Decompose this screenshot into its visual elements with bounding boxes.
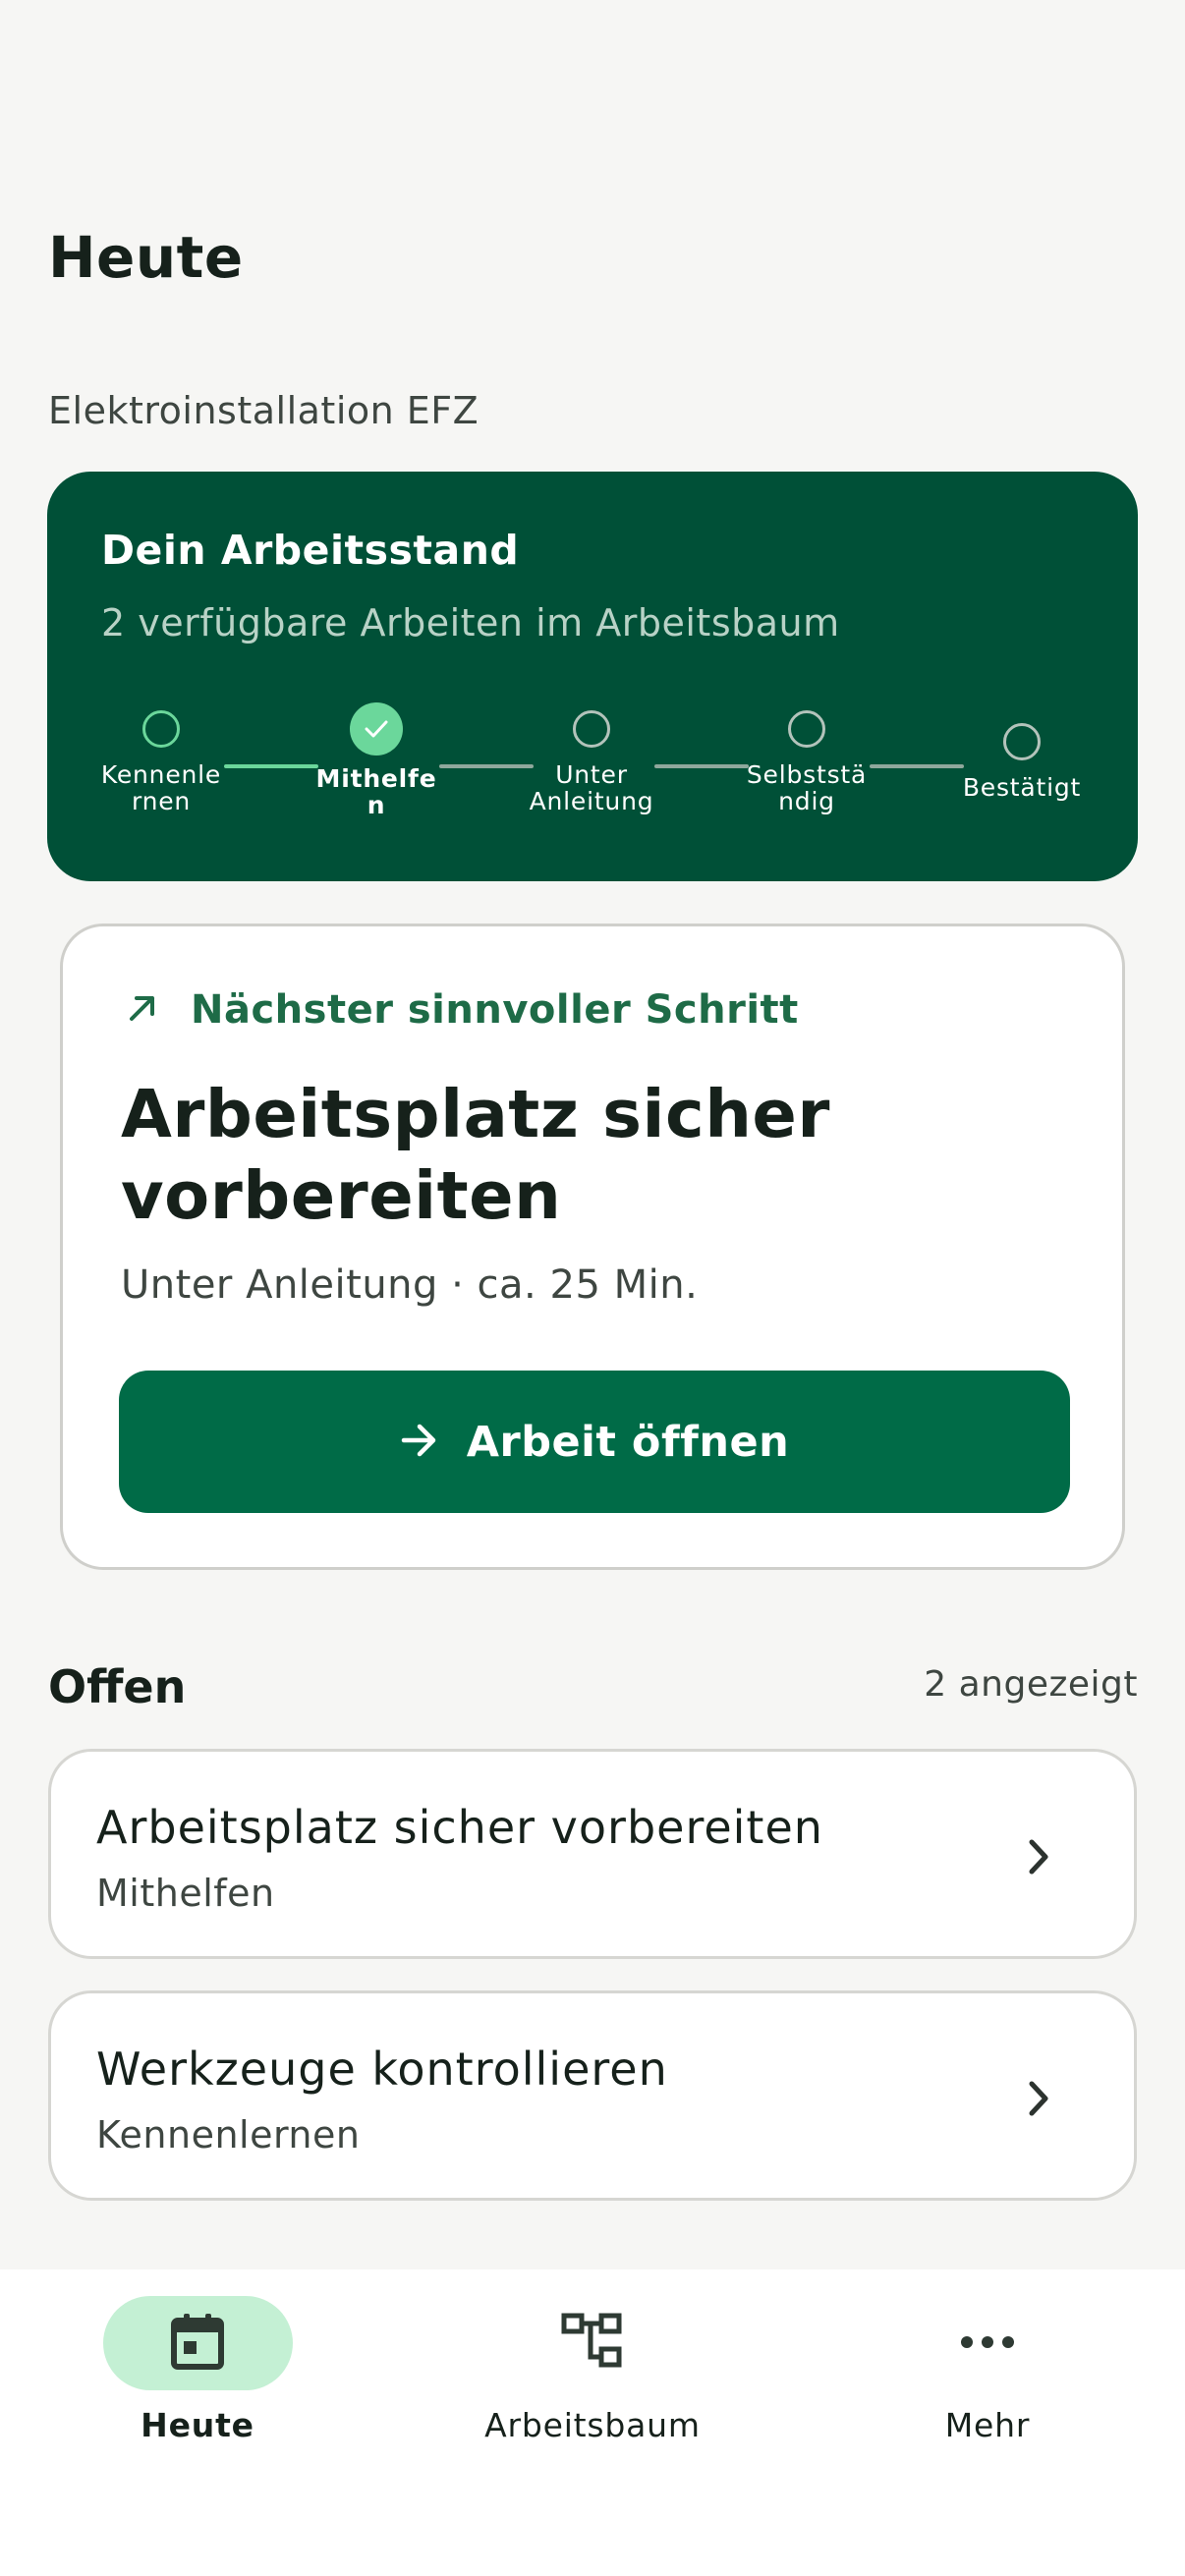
open-work-button-label: Arbeit öffnen: [466, 1417, 790, 1467]
nav-item-mehr[interactable]: Mehr: [850, 2296, 1125, 2444]
step-label: Bestätigt: [962, 773, 1082, 802]
nav-pill: [498, 2296, 688, 2390]
chevron-right-icon: [1026, 2079, 1051, 2122]
progress-card: Dein Arbeitsstand 2 verfügbare Arbeiten …: [47, 472, 1138, 881]
page-title: Heute: [48, 224, 244, 291]
step-unter-anleitung: Unter Anleitung: [503, 710, 680, 814]
check-icon: [350, 702, 403, 756]
open-section-title: Offen: [48, 1660, 187, 1713]
step-circle-icon: [573, 710, 610, 748]
step-circle-icon: [788, 710, 825, 748]
nav-label: Heute: [141, 2406, 254, 2444]
step-circle-icon: [1003, 723, 1041, 760]
step-bestaetigt: Bestätigt: [933, 723, 1110, 801]
progress-card-title: Dein Arbeitsstand: [101, 527, 520, 574]
next-step-title: Arbeitsplatz sicher vorbereiten: [121, 1076, 830, 1234]
next-step-card: Nächster sinnvoller Schritt Arbeitsplatz…: [60, 924, 1125, 1570]
chevron-right-icon: [1026, 1837, 1051, 1880]
arrow-up-right-icon: [126, 991, 159, 1029]
step-label: Unter Anleitung: [529, 760, 654, 815]
bottom-navigation: Heute Arbeitsbaum Mehr: [0, 2269, 1185, 2576]
program-name: Elektroinstallation EFZ: [48, 389, 480, 432]
nav-item-heute[interactable]: Heute: [60, 2296, 335, 2444]
progress-card-subtitle: 2 verfügbare Arbeiten im Arbeitsbaum: [101, 601, 840, 644]
nav-label: Mehr: [944, 2406, 1031, 2444]
task-item[interactable]: Arbeitsplatz sicher vorbereiten Mithelfe…: [48, 1749, 1137, 1959]
step-label: Selbstständig: [746, 760, 868, 815]
step-mithelfen: Mithelfen: [288, 702, 465, 819]
arrow-right-icon: [400, 1423, 439, 1462]
app-root: Heute Elektroinstallation EFZ Dein Arbei…: [0, 0, 1185, 2576]
open-section-count: 2 angezeigt: [924, 1664, 1138, 1705]
nav-active-indicator: [102, 2296, 293, 2390]
task-item[interactable]: Werkzeuge kontrollieren Kennenlernen: [48, 1990, 1137, 2201]
task-subtitle: Mithelfen: [96, 1872, 275, 1915]
step-selbststaendig: Selbstständig: [718, 710, 895, 814]
task-title: Werkzeuge kontrollieren: [96, 2043, 668, 2096]
task-subtitle: Kennenlernen: [96, 2113, 361, 2156]
more-icon: [960, 2334, 1015, 2353]
task-title: Arbeitsplatz sicher vorbereiten: [96, 1801, 823, 1854]
nav-pill: [893, 2296, 1083, 2390]
next-step-eyebrow: Nächster sinnvoller Schritt: [126, 987, 799, 1033]
nav-item-arbeitsbaum[interactable]: Arbeitsbaum: [455, 2296, 730, 2444]
step-label: Mithelfen: [315, 764, 437, 819]
tree-icon: [561, 2313, 624, 2374]
nav-label: Arbeitsbaum: [484, 2406, 701, 2444]
step-label: Kennenlernen: [100, 760, 222, 815]
calendar-icon: [170, 2312, 225, 2375]
next-step-meta: Unter Anleitung · ca. 25 Min.: [121, 1262, 699, 1308]
step-circle-icon: [142, 710, 180, 748]
open-work-button[interactable]: Arbeit öffnen: [119, 1371, 1070, 1513]
next-step-eyebrow-label: Nächster sinnvoller Schritt: [191, 987, 799, 1033]
step-kennenlernen: Kennenlernen: [73, 710, 250, 814]
